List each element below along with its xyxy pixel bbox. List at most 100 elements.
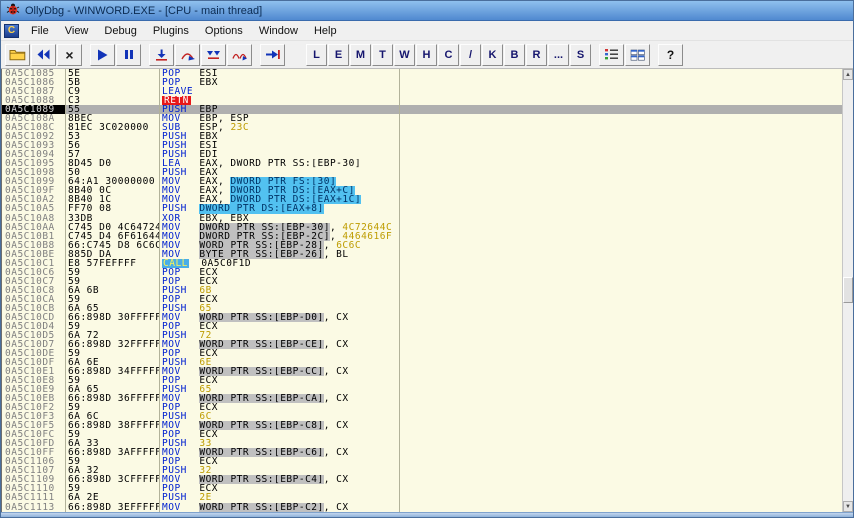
disassembly-cell: POP ECX <box>160 276 400 286</box>
disasm-row[interactable]: 0A5C10CD 66:898D 30FFFFFF MOV WORD PTR SS:… <box>2 312 842 322</box>
disasm-row[interactable]: 0A5C10E1 66:898D 34FFFFFF MOV WORD PTR SS:… <box>2 367 842 377</box>
disasm-row[interactable]: 0A5C10AA C745 D0 4C64724C MOV DWORD PTR SS… <box>2 222 842 232</box>
help-button[interactable]: ? <box>658 43 683 66</box>
disasm-row[interactable]: 0A5C10D7 66:898D 32FFFFFF MOV WORD PTR SS:… <box>2 339 842 349</box>
menu-item-window[interactable]: Window <box>251 22 306 40</box>
disasm-row[interactable]: 0A5C1088 C3 RETN <box>2 96 842 106</box>
disasm-row[interactable]: 0A5C10C6 59 POP ECX <box>2 267 842 277</box>
disasm-row[interactable]: 0A5C1106 59 POP ECX <box>2 457 842 467</box>
toolbar-letter-button-0[interactable]: L <box>306 43 327 66</box>
open-file-button[interactable] <box>5 43 30 66</box>
disasm-row[interactable]: 0A5C108A 8BEC MOV EBP, ESP <box>2 114 842 124</box>
disasm-row[interactable]: 0A5C10FD 6A 33 PUSH 33 <box>2 439 842 449</box>
disasm-row[interactable]: 0A5C10CB 6A 65 PUSH 65 <box>2 303 842 313</box>
windows-button[interactable] <box>625 43 650 66</box>
disasm-row[interactable]: 0A5C1111 6A 2E PUSH 2E <box>2 493 842 503</box>
disasm-row[interactable]: 0A5C10F3 6A 6C PUSH 6C <box>2 412 842 422</box>
menu-item-view[interactable]: View <box>57 22 97 40</box>
pause-button[interactable] <box>116 43 141 66</box>
disasm-row[interactable]: 0A5C10D5 6A 72 PUSH 72 <box>2 330 842 340</box>
hexdump-cell: 59 <box>66 457 160 467</box>
pause-icon <box>124 50 133 59</box>
disasm-row[interactable]: 0A5C1095 8D45 D0 LEA EAX, DWORD PTR SS:[EB… <box>2 159 842 169</box>
help-question-icon: ? <box>666 47 675 62</box>
disasm-row[interactable]: 0A5C1113 66:898D 3EFFFFFF MOV WORD PTR SS:… <box>2 502 842 512</box>
scroll-down-icon[interactable]: ▼ <box>843 501 853 512</box>
step-into-button[interactable] <box>149 43 174 66</box>
scrollbar-thumb[interactable] <box>843 277 853 304</box>
disasm-row[interactable]: 0A5C10E8 59 POP ECX <box>2 376 842 386</box>
toolbar-letter-button-12[interactable]: S <box>570 43 591 66</box>
disasm-row[interactable]: 0A5C1110 59 POP ECX <box>2 484 842 494</box>
animate-into-button[interactable] <box>201 43 226 66</box>
disasm-row[interactable]: 0A5C1086 5B POP EBX <box>2 78 842 88</box>
toolbar-letter-button-8[interactable]: K <box>482 43 503 66</box>
disasm-row[interactable]: 0A5C10D4 59 POP ECX <box>2 321 842 331</box>
toolbar-letter-button-2[interactable]: M <box>350 43 371 66</box>
vertical-scrollbar[interactable]: ▲ ▼ <box>842 69 853 512</box>
animate-over-button[interactable] <box>227 43 252 66</box>
toolbar-letter-button-9[interactable]: B <box>504 43 525 66</box>
title-bar[interactable]: OllyDbg - WINWORD.EXE - [CPU - main thre… <box>1 1 853 21</box>
toolbar-letter-button-1[interactable]: E <box>328 43 349 66</box>
restart-button[interactable] <box>31 43 56 66</box>
disasm-row[interactable]: 0A5C1085 5E POP ESI <box>2 69 842 79</box>
disasm-row[interactable]: 0A5C10B8 66:C745 D8 6C6C MOV WORD PTR SS:[… <box>2 240 842 250</box>
disassembly-cell: LEAVE <box>160 87 400 97</box>
disasm-row[interactable]: 0A5C10F2 59 POP ECX <box>2 403 842 413</box>
hexdump-cell: C745 D4 6F616444 <box>68 231 160 241</box>
scroll-up-icon[interactable]: ▲ <box>843 69 853 80</box>
disasm-row[interactable]: 0A5C10FF 66:898D 3AFFFFFF MOV WORD PTR SS:… <box>2 448 842 458</box>
appearance-button[interactable] <box>599 43 624 66</box>
disasm-row[interactable]: 0A5C10DE 59 POP ECX <box>2 348 842 358</box>
menu-item-plugins[interactable]: Plugins <box>145 22 197 40</box>
disasm-row[interactable]: 0A5C10DF 6A 6E PUSH 6E <box>2 358 842 368</box>
menu-item-file[interactable]: File <box>23 22 57 40</box>
disasm-row[interactable]: 0A5C1087 C9 LEAVE <box>2 87 842 97</box>
disasm-row[interactable]: 0A5C10C7 59 POP ECX <box>2 276 842 286</box>
menu-item-debug[interactable]: Debug <box>96 22 144 40</box>
execute-till-return-button[interactable] <box>260 43 285 66</box>
address-cell: 0A5C1094 <box>2 150 66 160</box>
step-over-button[interactable] <box>175 43 200 66</box>
hexdump-cell: 59 <box>66 321 160 331</box>
toolbar-letter-button-11[interactable]: ... <box>548 43 569 66</box>
toolbar-letter-button-3[interactable]: T <box>372 43 393 66</box>
disasm-row[interactable]: 0A5C10E9 6A 65 PUSH 65 <box>2 385 842 395</box>
disasm-row[interactable]: 0A5C1107 6A 32 PUSH 32 <box>2 466 842 476</box>
run-button[interactable] <box>90 43 115 66</box>
toolbar-letter-button-6[interactable]: C <box>438 43 459 66</box>
toolbar-letter-button-4[interactable]: W <box>394 43 415 66</box>
disasm-row[interactable]: 0A5C1089 55 PUSH EBP <box>2 105 842 115</box>
close-button[interactable]: × <box>57 43 82 66</box>
disasm-row[interactable]: 0A5C1093 56 PUSH ESI <box>2 141 842 151</box>
disasm-row[interactable]: 0A5C10C8 6A 6B PUSH 6B <box>2 285 842 295</box>
disasm-row[interactable]: 0A5C10A2 8B40 1C MOV EAX, DWORD PTR DS:[EA… <box>2 195 842 205</box>
menu-item-options[interactable]: Options <box>197 22 251 40</box>
address-cell: 0A5C1093 <box>2 141 66 151</box>
disasm-row[interactable]: 0A5C10F5 66:898D 38FFFFFF MOV WORD PTR SS:… <box>2 421 842 431</box>
disasm-row[interactable]: 0A5C10FC 59 POP ECX <box>2 430 842 440</box>
toolbar-letter-button-7[interactable]: / <box>460 43 481 66</box>
disasm-row[interactable]: 0A5C10CA 59 POP ECX <box>2 294 842 304</box>
disasm-row[interactable]: 0A5C1092 53 PUSH EBX <box>2 132 842 142</box>
disasm-row[interactable]: 0A5C10BE 885D DA MOV BYTE PTR SS:[EBP-26],… <box>2 249 842 259</box>
toolbar-letter-button-10[interactable]: R <box>526 43 547 66</box>
address-cell: 0A5C10A5 <box>2 204 66 214</box>
disasm-row[interactable]: 0A5C10EB 66:898D 36FFFFFF MOV WORD PTR SS:… <box>2 394 842 404</box>
disassembly-cell: PUSH 6B <box>160 285 400 295</box>
address-cell: 0A5C10AA <box>2 222 66 232</box>
disasm-row[interactable]: 0A5C108C 81EC 3C020000 SUB ESP, 23C <box>2 123 842 133</box>
cpu-window-icon[interactable]: C <box>4 23 19 38</box>
menu-item-help[interactable]: Help <box>306 22 345 40</box>
disasm-row[interactable]: 0A5C1099 64:A1 30000000 MOV EAX, DWORD PTR… <box>2 177 842 187</box>
disasm-row[interactable]: 0A5C10A5 FF70 08 PUSH DWORD PTR DS:[EAX+8] <box>2 204 842 214</box>
disasm-row[interactable]: 0A5C10A8 33DB XOR EBX, EBX <box>2 213 842 223</box>
disasm-row[interactable]: 0A5C1098 50 PUSH EAX <box>2 168 842 178</box>
toolbar-letter-button-5[interactable]: H <box>416 43 437 66</box>
disasm-row[interactable]: 0A5C10C1 E8 57FEFFFF CALL 0A5C0F1D <box>2 258 842 268</box>
disasm-row[interactable]: 0A5C109F 8B40 0C MOV EAX, DWORD PTR DS:[EA… <box>2 186 842 196</box>
disasm-row[interactable]: 0A5C10B1 C745 D4 6F616444 MOV DWORD PTR SS… <box>2 231 842 241</box>
disasm-row[interactable]: 0A5C1094 57 PUSH EDI <box>2 150 842 160</box>
disasm-row[interactable]: 0A5C1109 66:898D 3CFFFFFF MOV WORD PTR SS:… <box>2 475 842 485</box>
